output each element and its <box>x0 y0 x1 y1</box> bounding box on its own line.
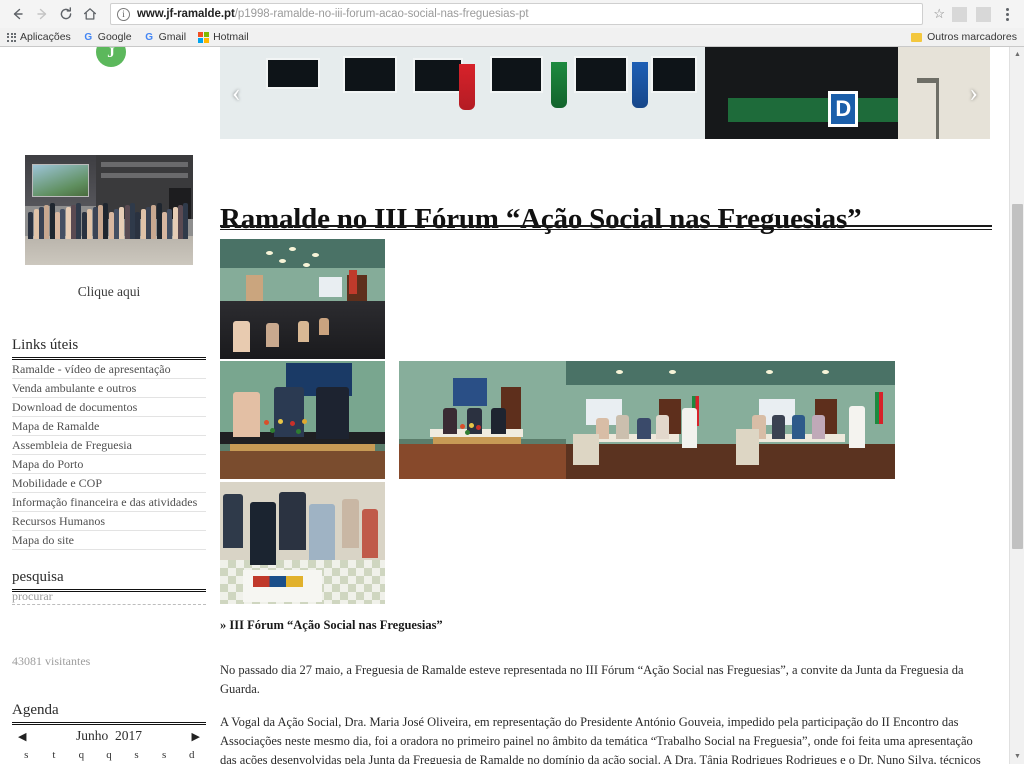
browser-toolbar: i www.jf-ramalde.pt/p1998-ramalde-no-iii… <box>0 0 1024 28</box>
home-icon[interactable] <box>78 2 102 26</box>
page-title: Ramalde no III Fórum “Ação Social nas Fr… <box>220 203 862 236</box>
url-path: /p1998-ramalde-no-iii-forum-acao-social-… <box>234 8 529 20</box>
scrollbar-thumb[interactable] <box>1012 204 1023 549</box>
title-divider <box>220 225 992 230</box>
calendar-weekday: q <box>78 749 85 761</box>
bookmark-hotmail[interactable]: Hotmail <box>198 31 249 43</box>
search-section-title: pesquisa <box>12 569 206 592</box>
gallery-image-audience-question[interactable] <box>566 361 732 479</box>
scroll-down-icon[interactable]: ▼ <box>1010 749 1024 764</box>
sidebar-link-download-documentos[interactable]: Download de documentos <box>12 398 206 417</box>
bookmark-label: Google <box>97 31 132 43</box>
bookmark-label: Gmail <box>158 31 187 43</box>
gallery-image-panel-wide[interactable] <box>399 361 569 479</box>
carousel-next-icon[interactable]: › <box>969 80 978 106</box>
sidebar-link-mapa-site[interactable]: Mapa do site <box>12 531 206 550</box>
calendar-header-row: s t q q s s d <box>13 747 206 764</box>
calendar-weekday: t <box>52 749 56 761</box>
url-domain: www.jf-ramalde.pt <box>137 8 235 20</box>
calendar-prev-icon[interactable]: ◀ <box>12 730 32 743</box>
sidebar-link-venda-ambulante[interactable]: Venda ambulante e outros <box>12 379 206 398</box>
forward-button[interactable] <box>30 2 54 26</box>
sidebar-link-video-apresentacao[interactable]: Ramalde - vídeo de apresentação <box>12 360 206 379</box>
other-bookmarks-label: Outros marcadores <box>927 31 1017 43</box>
promo-caption[interactable]: Clique aqui <box>0 284 218 300</box>
bookmark-gmail[interactable]: G Gmail <box>144 31 186 43</box>
calendar-month: Junho <box>75 728 109 743</box>
useful-links-list: Ramalde - vídeo de apresentação Venda am… <box>12 360 206 550</box>
sidebar-link-informacao-financeira[interactable]: Informação financeira e das atividades <box>12 493 206 512</box>
folder-icon <box>911 32 923 42</box>
extension-icon-1[interactable] <box>949 4 969 24</box>
page-viewport: J Clique aqui Links úteis Ramalde - víde… <box>0 47 1024 764</box>
scroll-up-icon[interactable]: ▲ <box>1010 47 1024 62</box>
bookmarks-bar: Aplicações G Google G Gmail Hotmail Outr… <box>0 28 1024 46</box>
sidebar-link-mobilidade-cop[interactable]: Mobilidade e COP <box>12 474 206 493</box>
parking-sign-letter: D <box>835 96 852 122</box>
bookmark-google[interactable]: G Google <box>83 31 132 43</box>
web-page: J Clique aqui Links úteis Ramalde - víde… <box>0 47 1009 764</box>
browser-menu-icon[interactable] <box>996 3 1018 25</box>
calendar-weekday: q <box>106 749 112 761</box>
carousel-prev-icon[interactable]: ‹ <box>232 80 241 106</box>
calendar-next-icon[interactable]: ▶ <box>186 730 206 743</box>
calendar-year: 2017 <box>115 728 142 743</box>
header-carousel[interactable]: D ‹ › <box>220 47 990 139</box>
calendar-weekday: s <box>134 749 139 761</box>
apps-grid-icon <box>7 32 16 42</box>
back-button[interactable] <box>6 2 30 26</box>
promo-thumbnail-image[interactable] <box>25 155 193 265</box>
sidebar-link-assembleia-freguesia[interactable]: Assembleia de Freguesia <box>12 436 206 455</box>
bookmark-label: Aplicações <box>20 31 71 43</box>
article-paragraph-2: A Vogal da Ação Social, Dra. Maria José … <box>220 714 981 764</box>
sidebar-link-mapa-porto[interactable]: Mapa do Porto <box>12 455 206 474</box>
microsoft-tiles-icon <box>198 31 210 43</box>
gallery-image-panel-closeup[interactable] <box>220 361 385 479</box>
other-bookmarks[interactable]: Outros marcadores <box>911 28 1017 46</box>
calendar-table: s t q q s s d 2930311234567891011 <box>12 747 206 764</box>
calendar-month-year: Junho 2017 <box>76 728 142 744</box>
browser-chrome: i www.jf-ramalde.pt/p1998-ramalde-no-iii… <box>0 0 1024 47</box>
gallery-image-signing-ceremony[interactable] <box>220 482 385 604</box>
extension-icon-2[interactable] <box>973 4 993 24</box>
article-lead-in: » III Fórum “Ação Social nas Freguesias” <box>220 618 443 632</box>
visitor-counter: 43081 visitantes <box>12 654 91 668</box>
search-input[interactable] <box>12 589 206 605</box>
sidebar-link-mapa-ramalde[interactable]: Mapa de Ramalde <box>12 417 206 436</box>
sidebar-link-recursos-humanos[interactable]: Recursos Humanos <box>12 512 206 531</box>
bookmark-star-icon[interactable]: ☆ <box>933 6 945 22</box>
google-g-icon: G <box>145 31 154 43</box>
calendar-navigation: ◀ Junho 2017 ▶ <box>12 728 206 744</box>
page-info-icon[interactable]: i <box>117 7 130 21</box>
address-bar[interactable]: i www.jf-ramalde.pt/p1998-ramalde-no-iii… <box>110 3 924 25</box>
article-paragraph-1: No passado dia 27 maio, a Freguesia de R… <box>220 662 964 696</box>
agenda-section-title: Agenda <box>12 702 206 725</box>
links-section-title: Links úteis <box>12 337 206 360</box>
gallery-image-standing-speaker[interactable] <box>729 361 895 479</box>
url-text: www.jf-ramalde.pt/p1998-ramalde-no-iii-f… <box>137 8 529 20</box>
gallery-image-audience-seated[interactable] <box>220 239 385 359</box>
main-content: D ‹ › Ramalde no III Fórum “Ação Social … <box>218 47 1009 764</box>
page-scrollbar[interactable]: ▲ ▼ <box>1009 47 1024 764</box>
parking-sign: D <box>828 91 859 128</box>
calendar-weekday: d <box>188 749 195 761</box>
google-g-icon: G <box>84 31 93 43</box>
calendar-weekday: s <box>24 749 29 761</box>
reload-icon[interactable] <box>54 2 78 26</box>
sidebar: Clique aqui Links úteis Ramalde - vídeo … <box>0 47 218 764</box>
bookmark-label: Hotmail <box>213 31 249 43</box>
bookmark-aplicacoes[interactable]: Aplicações <box>7 31 71 43</box>
photo-gallery <box>220 239 1000 611</box>
calendar-weekday: s <box>161 749 167 761</box>
